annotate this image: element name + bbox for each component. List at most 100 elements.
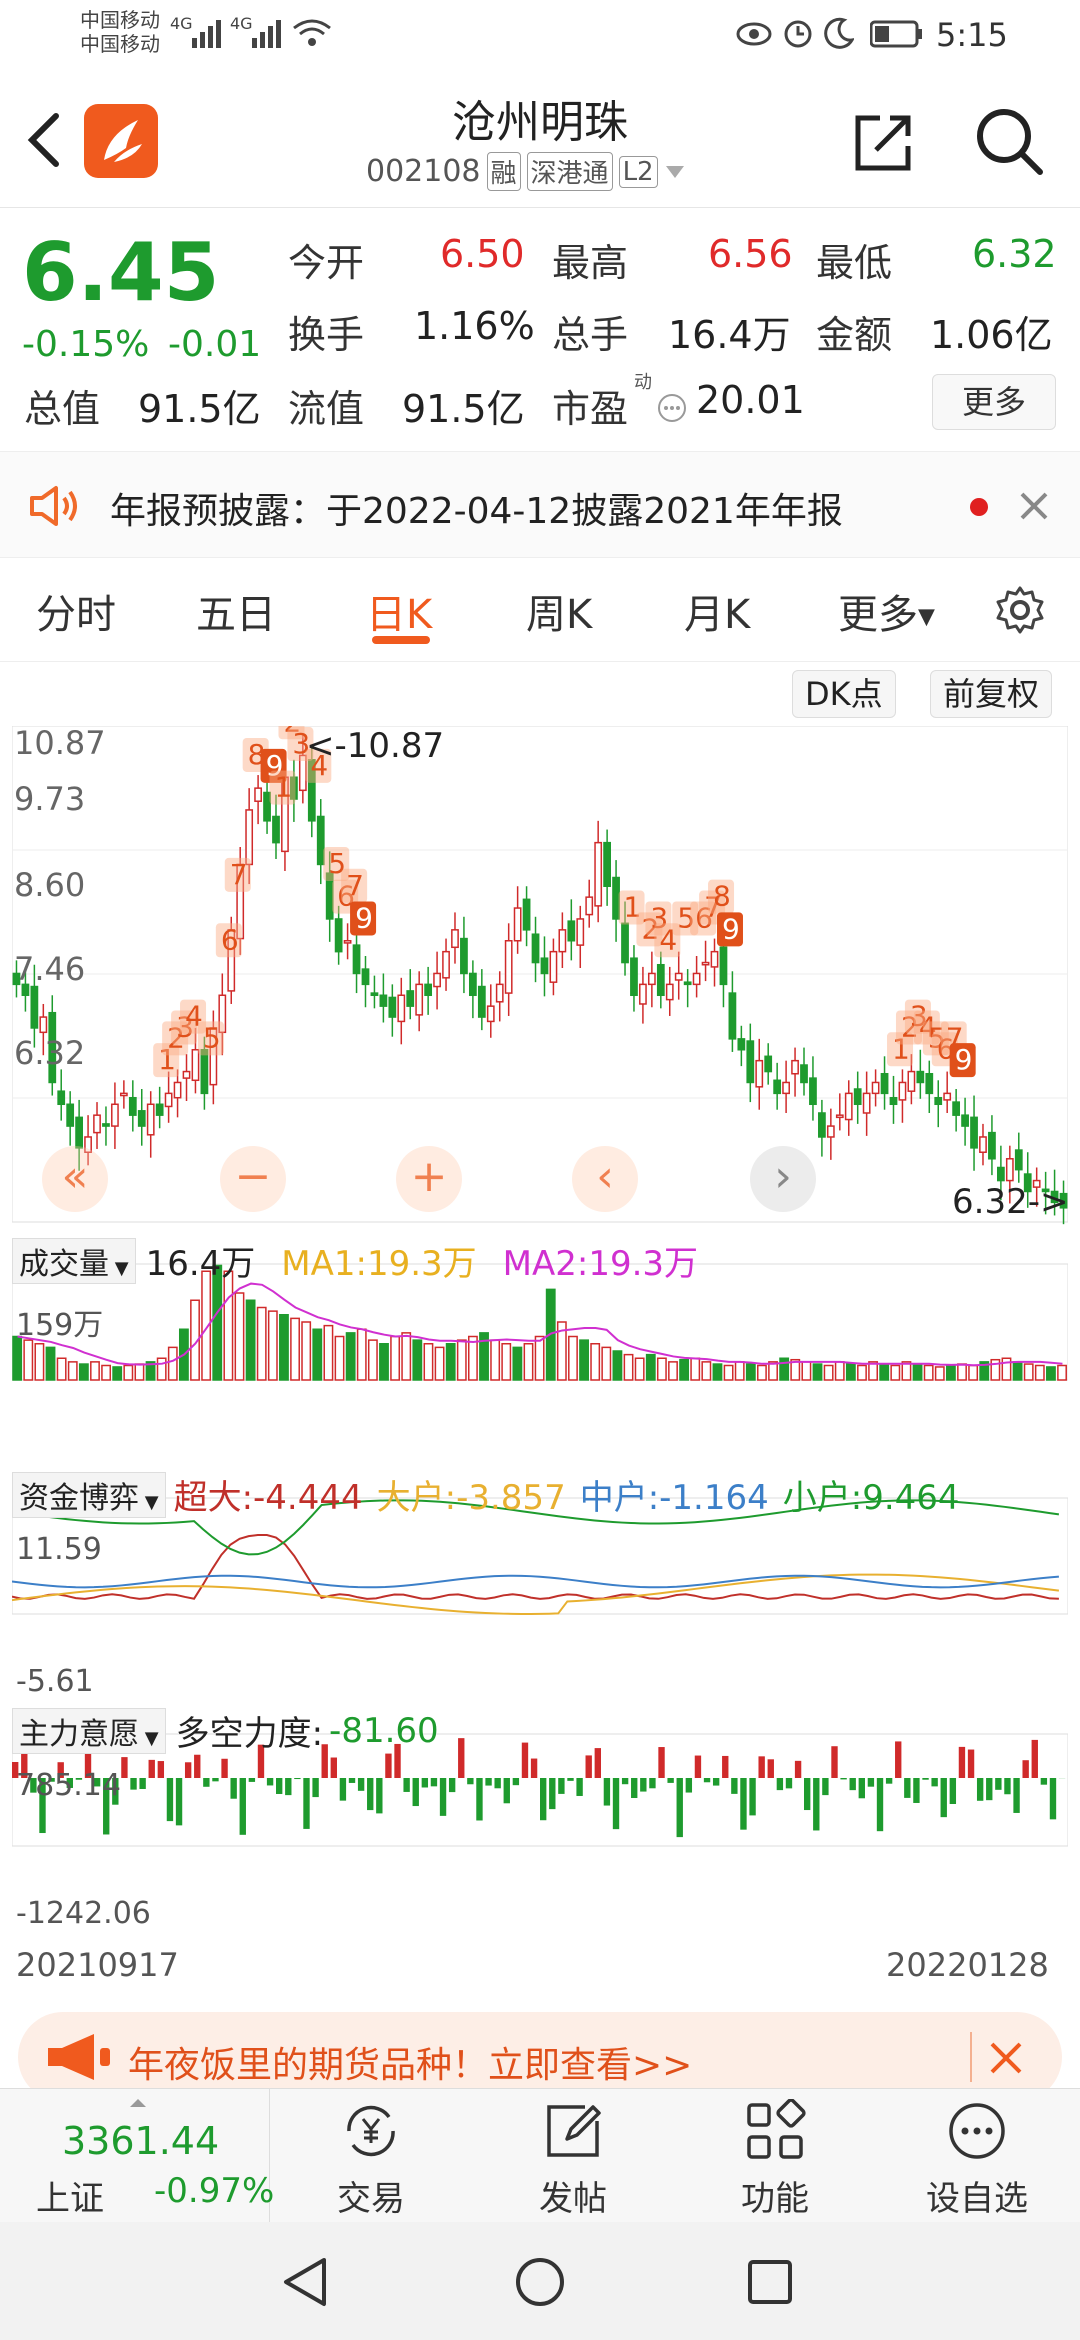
tab-intraday[interactable]: 分时 <box>36 582 116 640</box>
candle-body <box>934 1096 943 1106</box>
volume-bar <box>1012 1361 1023 1381</box>
candle-body <box>137 1110 146 1127</box>
main-force-bar <box>558 1778 565 1794</box>
close-icon[interactable] <box>1018 490 1050 522</box>
main-force-bar <box>439 1778 447 1816</box>
main-force-bar <box>658 1747 665 1778</box>
nav-post[interactable]: 发帖 <box>498 2099 648 2220</box>
chart-toolbar: DK点 前复权 <box>0 662 1080 722</box>
volume-bar <box>823 1364 834 1381</box>
price-adjust-button[interactable]: 前复权 <box>930 670 1053 718</box>
candle-body <box>164 1092 173 1108</box>
main-force-bar <box>357 1778 365 1791</box>
scroll-left-button[interactable]: ‹ <box>572 1146 638 1212</box>
main-force-bar <box>767 1759 774 1778</box>
tab-more[interactable]: 更多▼ <box>838 582 935 640</box>
nav-add-watchlist-label: 设自选 <box>926 2179 1028 2219</box>
volume-bar <box>845 1363 856 1381</box>
announcement-bar[interactable]: 年报预披露：于2022-04-12披露2021年年报 <box>0 452 1080 558</box>
volume-bar <box>56 1357 67 1381</box>
zoom-in-button[interactable]: + <box>396 1146 462 1212</box>
system-recents-icon[interactable] <box>746 2258 794 2306</box>
fund-min-label: -5.61 <box>16 1664 94 1699</box>
volume-bar <box>1034 1364 1045 1381</box>
candle-body <box>93 1114 101 1134</box>
volume-bar <box>623 1353 634 1381</box>
main-force-bar <box>749 1778 756 1816</box>
system-home-icon[interactable] <box>514 2256 566 2308</box>
tab-daily-k[interactable]: 日K <box>366 582 432 640</box>
caret-down-icon: ▼ <box>139 1491 159 1513</box>
candle-body <box>630 957 638 997</box>
candle-body <box>522 898 531 931</box>
more-dots-icon[interactable] <box>656 392 688 424</box>
candle-body <box>961 1114 969 1127</box>
kline-chart-area[interactable]: 1234567891234567912345678912345679 10.87… <box>12 726 1068 1976</box>
nav-functions[interactable]: 功能 <box>700 2098 850 2220</box>
system-back-icon[interactable] <box>280 2256 330 2308</box>
volume-bar <box>312 1328 323 1381</box>
volume-bar <box>945 1364 956 1381</box>
main-force-bar <box>567 1778 574 1781</box>
volume-bar <box>645 1353 656 1381</box>
volume-bar <box>490 1339 501 1381</box>
close-icon[interactable] <box>988 2040 1024 2076</box>
share-icon[interactable] <box>852 110 916 174</box>
candle-body <box>343 940 352 944</box>
volume-bar <box>156 1357 167 1381</box>
scroll-start-button[interactable]: « <box>42 1146 108 1212</box>
main-force-bar <box>895 1741 902 1778</box>
index-ticker[interactable]: 3361.44 上证 -0.97% <box>0 2089 274 2223</box>
nav-trade[interactable]: 交易 <box>296 2099 446 2220</box>
price-axis-labels: 10.87 9.73 8.60 7.46 6.32 <box>14 726 106 1072</box>
volume-indicator-select[interactable]: 成交量 ▼ <box>12 1237 136 1284</box>
volume-bar <box>356 1328 367 1381</box>
zoom-out-button[interactable]: − <box>220 1146 286 1212</box>
candle-body <box>263 791 271 822</box>
price-tick-label: 9.73 <box>14 780 85 818</box>
nav-add-watchlist[interactable]: 设自选 <box>902 2099 1052 2220</box>
main-force-bar <box>521 1742 529 1778</box>
dk-point-button[interactable]: DK点 <box>792 670 896 718</box>
main-force-bar <box>995 1778 1002 1790</box>
volume-bar <box>78 1363 89 1381</box>
last-price: 6.45 <box>22 226 220 319</box>
candle-body <box>710 950 719 968</box>
main-force-bar <box>412 1778 419 1807</box>
tab-weekly-k[interactable]: 周K <box>526 582 592 640</box>
main-force-bar <box>640 1778 647 1792</box>
main-force-bar <box>1049 1778 1057 1820</box>
main-force-select[interactable]: 主力意愿 ▼ <box>12 1707 166 1754</box>
candle-body <box>916 1070 925 1084</box>
scroll-right-button[interactable]: › <box>750 1146 816 1212</box>
search-icon[interactable] <box>974 106 1046 178</box>
more-button[interactable]: 更多 <box>932 374 1056 430</box>
stock-code-row[interactable]: 002108 融 深港通 L2 <box>366 152 686 191</box>
market-cap-label: 总值 <box>24 387 101 431</box>
candle-body <box>755 1059 764 1088</box>
caret-down-icon: ▼ <box>918 604 935 630</box>
price-change: -0.01 <box>168 324 262 365</box>
date-end: 20220128 <box>886 1946 1049 1984</box>
carrier-info: 中国移动 中国移动 <box>80 8 160 56</box>
main-force-bar <box>685 1778 693 1793</box>
candle-body <box>612 876 620 920</box>
fund-indicator-select[interactable]: 资金博弈 ▼ <box>12 1471 166 1518</box>
main-force-bar <box>967 1749 975 1778</box>
tab-monthly-k[interactable]: 月K <box>684 582 750 640</box>
main-force-bar <box>485 1778 492 1786</box>
nav-post-label: 发帖 <box>539 2179 607 2219</box>
tab-five-day[interactable]: 五日 <box>196 582 276 640</box>
candle-body <box>66 1103 75 1127</box>
volume-bar <box>968 1364 979 1381</box>
unread-dot <box>970 498 988 516</box>
high-marker: <-10.87 <box>306 726 445 766</box>
volume-header: 成交量 ▼ 16.4万 MA1:19.3万 MA2:19.3万 <box>12 1236 698 1285</box>
settings-gear-icon[interactable] <box>996 586 1044 634</box>
main-force-bar <box>986 1778 993 1801</box>
float-cap-label: 流值 <box>288 387 365 431</box>
candle-body <box>996 1166 1005 1182</box>
candle-body <box>835 1114 844 1119</box>
td-signal-digit: 5 <box>203 1021 221 1054</box>
main-force-bar <box>940 1778 947 1818</box>
